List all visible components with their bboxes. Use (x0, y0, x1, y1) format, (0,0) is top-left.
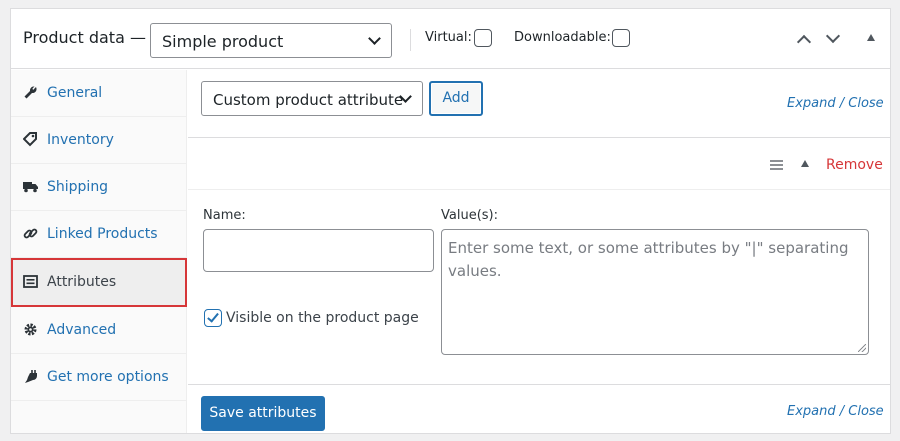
move-up-icon[interactable] (796, 34, 812, 50)
tab-advanced[interactable]: Advanced (11, 307, 187, 354)
downloadable-label: Downloadable: (514, 30, 611, 45)
downloadable-checkbox[interactable] (612, 29, 630, 47)
tab-advanced-label: Advanced (47, 322, 117, 338)
attribute-item-header[interactable]: Remove (188, 138, 890, 190)
product-type-value: Simple product (162, 32, 284, 51)
name-label: Name: (203, 208, 246, 223)
tag-icon (22, 132, 38, 147)
tab-linked-products[interactable]: Linked Products (11, 211, 187, 258)
link-icon (23, 226, 38, 241)
tab-linked-products-label: Linked Products (47, 226, 158, 242)
tab-shipping[interactable]: Shipping (11, 164, 187, 211)
visible-on-product-page-label[interactable]: Visible on the product page (226, 310, 419, 326)
tab-attributes-label: Attributes (47, 274, 117, 290)
gear-icon (23, 322, 38, 337)
product-data-panel: Product data — Simple product Virtual: D… (10, 8, 891, 434)
tab-get-more-options[interactable]: Get more options (11, 354, 187, 401)
virtual-checkbox[interactable] (474, 29, 492, 47)
values-placeholder: Enter some text, or some attributes by "… (448, 239, 849, 280)
header-divider (410, 29, 411, 51)
values-label: Value(s): (441, 208, 498, 223)
visible-on-product-page-checkbox[interactable] (204, 309, 222, 327)
save-attributes-button[interactable]: Save attributes (201, 396, 325, 431)
chevron-down-icon (368, 32, 381, 45)
attribute-name-input[interactable] (203, 229, 434, 272)
virtual-label: Virtual: (425, 30, 472, 45)
tab-general-label: General (47, 85, 103, 101)
drag-handle-icon[interactable] (770, 160, 783, 170)
list-view-icon (23, 274, 38, 289)
tab-shipping-label: Shipping (47, 179, 109, 195)
product-data-title: Product data — (23, 28, 146, 47)
attribute-item: Remove Name: Value(s): Enter some text, … (188, 137, 890, 385)
product-data-tabs: General Inventory Shipping Linked Produc… (11, 70, 187, 433)
attribute-taxonomy-select[interactable]: Custom product attribute (201, 81, 423, 116)
plugin-icon (23, 369, 38, 384)
tab-inventory-label: Inventory (47, 132, 114, 148)
expand-close-link-top[interactable]: Expand / Close (787, 96, 884, 111)
collapse-panel-icon[interactable] (867, 34, 875, 41)
add-attribute-button[interactable]: Add (429, 81, 483, 116)
truck-icon (23, 179, 38, 194)
attributes-panel: Custom product attribute Add Expand / Cl… (188, 70, 890, 433)
attribute-taxonomy-value: Custom product attribute (213, 91, 404, 109)
attribute-values-textarea[interactable]: Enter some text, or some attributes by "… (441, 229, 869, 355)
resize-grip-icon[interactable] (858, 344, 866, 352)
tab-attributes[interactable]: Attributes (11, 258, 187, 307)
product-type-select[interactable]: Simple product (150, 23, 392, 58)
tab-get-more-options-label: Get more options (47, 369, 169, 385)
collapse-attribute-icon[interactable] (801, 160, 809, 167)
tab-general[interactable]: General (11, 70, 187, 117)
move-down-icon[interactable] (825, 28, 841, 44)
remove-attribute-link[interactable]: Remove (826, 157, 883, 173)
wrench-icon (23, 85, 38, 100)
checkmark-icon (207, 310, 219, 323)
expand-close-link-bottom[interactable]: Expand / Close (787, 404, 884, 419)
product-data-header: Product data — Simple product Virtual: D… (11, 9, 890, 69)
tab-inventory[interactable]: Inventory (11, 117, 187, 164)
